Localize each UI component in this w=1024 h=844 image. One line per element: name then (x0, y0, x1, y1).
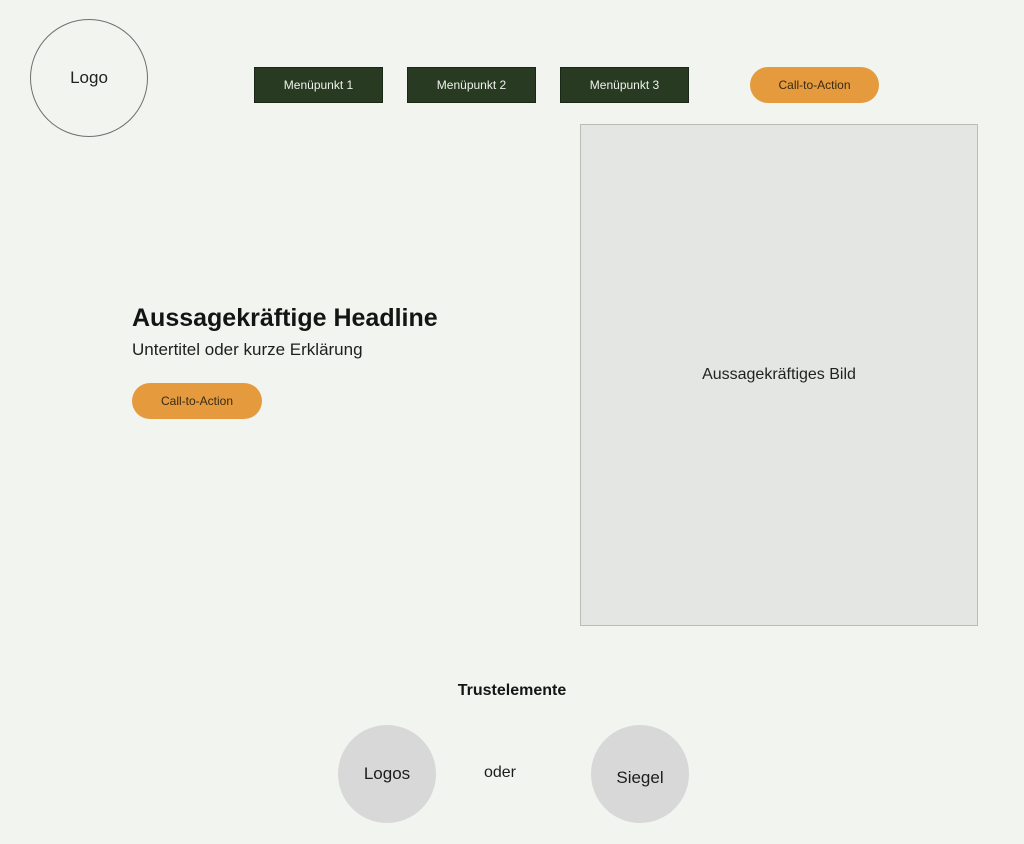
nav-cta-label: Call-to-Action (778, 78, 851, 92)
menu-item-2[interactable]: Menüpunkt 2 (407, 67, 536, 103)
hero-headline: Aussagekräftige Headline (132, 304, 438, 332)
hero-image-placeholder: Aussagekräftiges Bild (580, 124, 978, 626)
trust-siegel-placeholder: Siegel (591, 725, 689, 823)
trust-siegel-label: Siegel (616, 768, 664, 787)
menu-item-label: Menüpunkt 3 (589, 78, 660, 92)
hero-subtitle: Untertitel oder kurze Erklärung (132, 340, 363, 359)
nav-cta-button[interactable]: Call-to-Action (750, 67, 879, 103)
menu-item-1[interactable]: Menüpunkt 1 (254, 67, 383, 103)
trust-logos-label: Logos (363, 764, 411, 783)
menu-item-3[interactable]: Menüpunkt 3 (560, 67, 689, 103)
trust-logos-placeholder: Logos (338, 725, 436, 823)
menu-item-label: Menüpunkt 2 (436, 78, 507, 92)
menu-item-label: Menüpunkt 1 (283, 78, 354, 92)
logo-label: Logo (70, 68, 108, 87)
trust-or-label: oder (483, 764, 517, 781)
trust-section-title: Trustelemente (457, 682, 567, 699)
hero-image-label: Aussagekräftiges Bild (702, 366, 856, 383)
hero-cta-button[interactable]: Call-to-Action (132, 383, 262, 419)
hero-cta-label: Call-to-Action (160, 394, 234, 408)
logo[interactable]: Logo (30, 19, 148, 137)
